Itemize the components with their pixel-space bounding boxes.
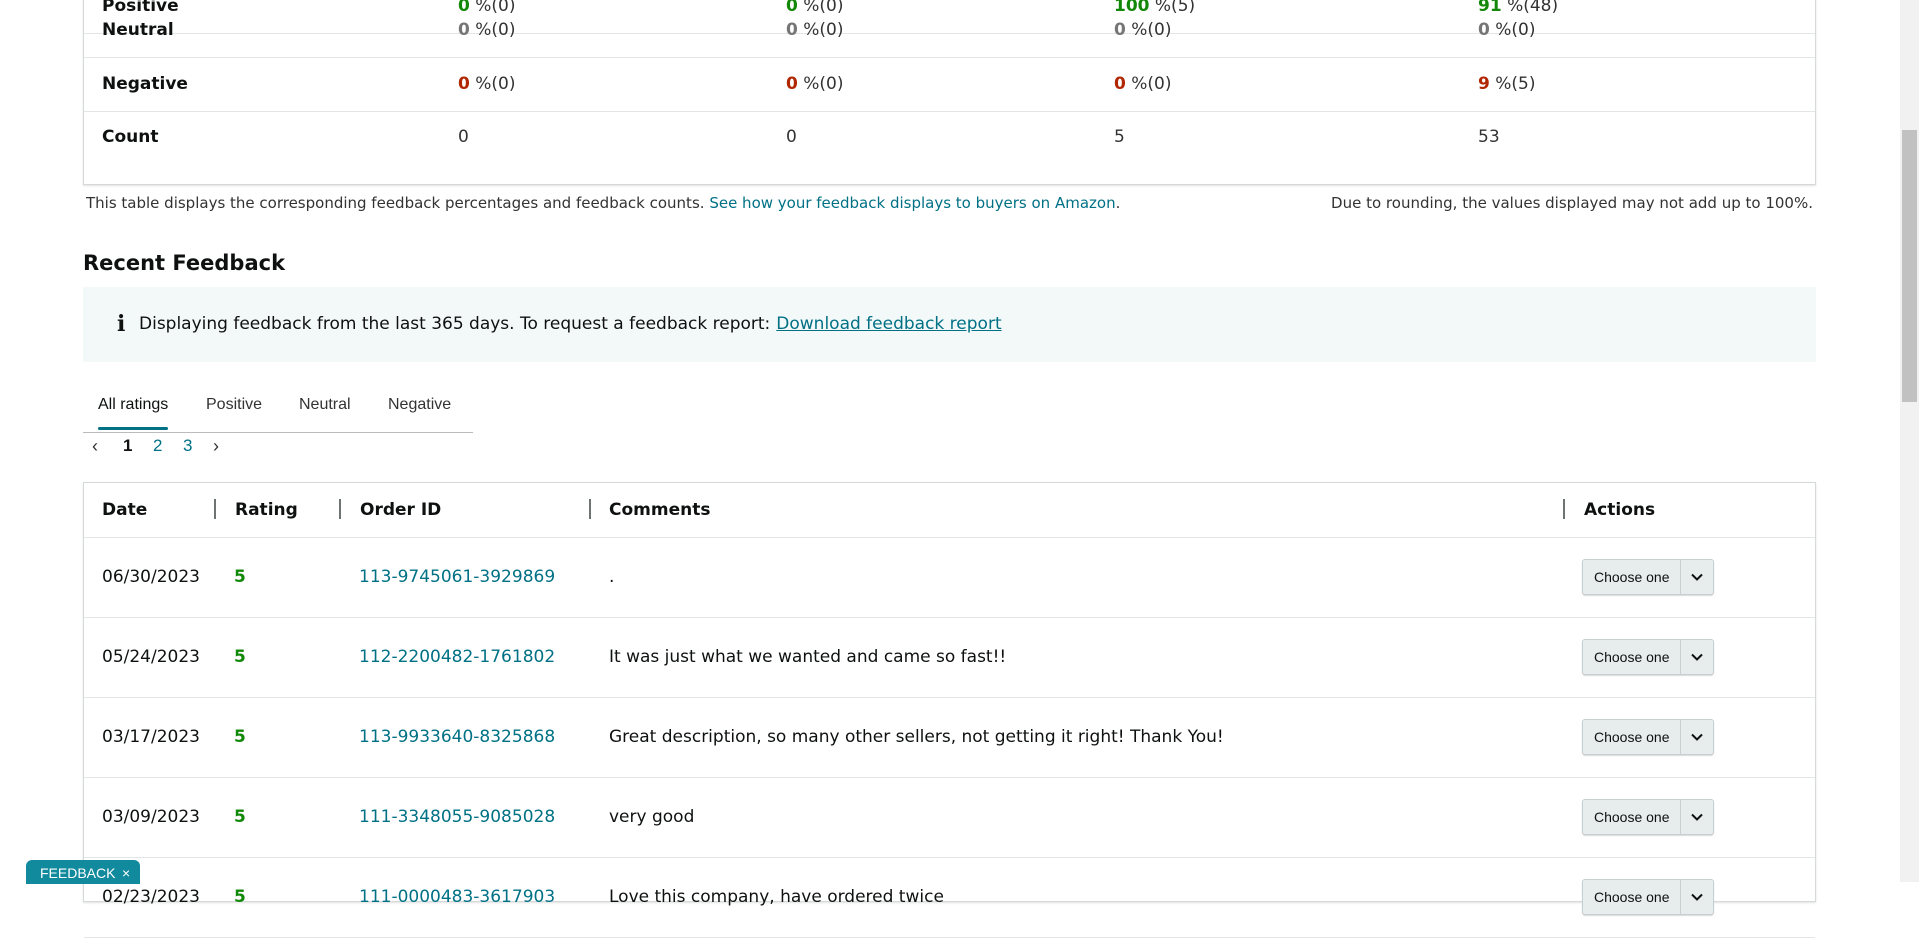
table-row: 03/09/2023 5 111-3348055-9085028 very go… — [84, 778, 1815, 858]
count-cell: 53 — [1478, 127, 1500, 147]
summary-cell: 0 %(0) — [458, 74, 516, 94]
info-banner-text: Displaying feedback from the last 365 da… — [139, 314, 1002, 334]
dropdown-label: Choose one — [1594, 729, 1670, 745]
dropdown-label: Choose one — [1594, 569, 1670, 585]
summary-row-negative: Negative 0 %(0) 0 %(0) 0 %(0) 9 %(5) — [84, 58, 1815, 112]
page-1[interactable]: 1 — [123, 436, 132, 456]
note-period: . — [1115, 194, 1121, 212]
dropdown-divider — [1680, 800, 1681, 834]
summary-cell: 0 %(0) — [786, 74, 844, 94]
action-dropdown[interactable]: Choose one — [1582, 719, 1714, 755]
chevron-down-icon — [1691, 653, 1703, 661]
rating-cell: 5 — [234, 807, 246, 827]
feedback-summary-table: Positive 0 %(0) 0 %(0) 100 %(5) 91 %(48)… — [83, 0, 1816, 185]
summary-cell: 0 %(0) — [458, 20, 516, 40]
page-3[interactable]: 3 — [183, 436, 192, 456]
dropdown-divider — [1680, 560, 1681, 594]
order-id-link[interactable]: 113-9933640-8325868 — [359, 698, 555, 777]
table-row: 06/30/2023 5 113-9745061-3929869 . Choos… — [84, 538, 1815, 618]
count-cell: 5 — [1114, 127, 1125, 147]
page-scrollbar-thumb[interactable] — [1902, 130, 1917, 402]
column-resize-handle[interactable] — [214, 499, 216, 519]
summary-cell: 9 %(5) — [1478, 74, 1536, 94]
next-page-icon[interactable]: › — [213, 436, 219, 457]
tab-negative[interactable]: Negative — [388, 384, 451, 426]
header-rating[interactable]: Rating — [235, 483, 298, 537]
date-cell: 03/17/2023 — [102, 727, 200, 747]
header-order-id[interactable]: Order ID — [360, 483, 441, 537]
header-actions: Actions — [1584, 500, 1656, 520]
chevron-down-icon — [1691, 573, 1703, 581]
tab-positive[interactable]: Positive — [206, 384, 262, 426]
rating-cell: 5 — [234, 567, 246, 587]
comment-cell: It was just what we wanted and came so f… — [609, 647, 1007, 667]
summary-row-neutral: Neutral 0 %(0) 0 %(0) 0 %(0) 0 %(0) — [84, 4, 1815, 58]
count-cell: 0 — [786, 127, 797, 147]
rating-tabs: All ratings Positive Neutral Negative — [83, 384, 473, 433]
count-cell: 0 — [458, 127, 469, 147]
column-resize-handle[interactable] — [339, 499, 341, 519]
chevron-down-icon — [1691, 813, 1703, 821]
info-banner: i Displaying feedback from the last 365 … — [83, 287, 1816, 362]
order-id-link[interactable]: 111-0000483-3617903 — [359, 858, 555, 937]
tab-neutral[interactable]: Neutral — [299, 384, 351, 426]
prev-page-icon[interactable]: ‹ — [92, 436, 98, 457]
download-feedback-report-link[interactable]: Download feedback report — [776, 314, 1001, 334]
action-dropdown[interactable]: Choose one — [1582, 639, 1714, 675]
header-comments[interactable]: Comments — [609, 483, 710, 537]
summary-note: This table displays the corresponding fe… — [86, 194, 1120, 212]
dropdown-divider — [1680, 640, 1681, 674]
table-row: 05/24/2023 5 112-2200482-1761802 It was … — [84, 618, 1815, 698]
table-row: 03/17/2023 5 113-9933640-8325868 Great d… — [84, 698, 1815, 778]
feedback-tab[interactable]: FEEDBACK × — [26, 860, 140, 884]
tab-all-ratings[interactable]: All ratings — [98, 384, 169, 430]
dropdown-label: Choose one — [1594, 649, 1670, 665]
date-cell: 03/09/2023 — [102, 807, 200, 827]
row-label: Neutral — [102, 20, 174, 40]
order-id-link[interactable]: 113-9745061-3929869 — [359, 538, 555, 617]
summary-row-count: Count 0 0 5 53 — [84, 111, 1815, 164]
column-resize-handle[interactable] — [1563, 499, 1565, 519]
close-icon[interactable]: × — [122, 861, 130, 885]
chevron-down-icon — [1691, 893, 1703, 901]
comment-cell: Love this company, have ordered twice — [609, 887, 944, 907]
feedback-tab-label: FEEDBACK — [40, 865, 116, 881]
table-header: Date Rating Order ID Comments Actions — [84, 483, 1815, 538]
rating-cell: 5 — [234, 727, 246, 747]
table-row: 02/23/2023 5 111-0000483-3617903 Love th… — [84, 858, 1815, 938]
rating-cell: 5 — [234, 647, 246, 667]
dropdown-label: Choose one — [1594, 809, 1670, 825]
row-label: Count — [102, 127, 159, 147]
chevron-down-icon — [1691, 733, 1703, 741]
dropdown-divider — [1680, 720, 1681, 754]
comment-cell: Great description, so many other sellers… — [609, 727, 1224, 747]
action-dropdown[interactable]: Choose one — [1582, 879, 1714, 915]
dropdown-divider — [1680, 880, 1681, 914]
comment-cell: very good — [609, 807, 695, 827]
summary-cell: 0 %(0) — [1114, 20, 1172, 40]
feedback-table: Date Rating Order ID Comments Actions 06… — [83, 482, 1816, 938]
summary-note-text: This table displays the corresponding fe… — [86, 194, 705, 212]
order-id-link[interactable]: 111-3348055-9085028 — [359, 778, 555, 857]
summary-cell: 0 %(0) — [1114, 74, 1172, 94]
action-dropdown[interactable]: Choose one — [1582, 799, 1714, 835]
date-cell: 05/24/2023 — [102, 647, 200, 667]
date-cell: 06/30/2023 — [102, 567, 200, 587]
summary-cell: 0 %(0) — [1478, 20, 1536, 40]
feedback-display-link[interactable]: See how your feedback displays to buyers… — [709, 194, 1115, 212]
comment-cell: . — [609, 567, 615, 587]
dropdown-label: Choose one — [1594, 889, 1670, 905]
rating-cell: 5 — [234, 887, 246, 907]
header-date[interactable]: Date — [102, 483, 147, 537]
row-label: Negative — [102, 74, 188, 94]
rounding-note: Due to rounding, the values displayed ma… — [1331, 194, 1813, 212]
order-id-link[interactable]: 112-2200482-1761802 — [359, 618, 555, 697]
action-dropdown[interactable]: Choose one — [1582, 559, 1714, 595]
page-2[interactable]: 2 — [153, 436, 162, 456]
recent-feedback-title: Recent Feedback — [83, 251, 286, 275]
summary-cell: 0 %(0) — [786, 20, 844, 40]
info-icon: i — [117, 311, 126, 337]
column-resize-handle[interactable] — [589, 499, 591, 519]
